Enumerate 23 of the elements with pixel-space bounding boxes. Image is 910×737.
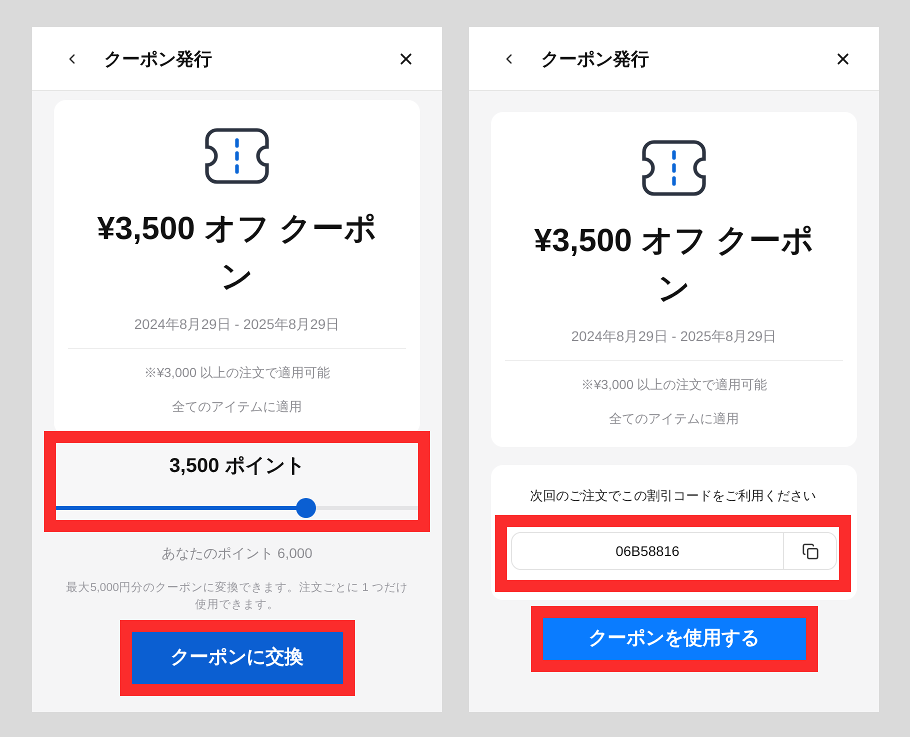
header-title: クーポン発行 xyxy=(104,48,212,70)
coupon-title: ¥3,500 オフ クーポン xyxy=(533,221,815,308)
ticket-icon xyxy=(205,128,269,184)
points-amount: 3,500 ポイント xyxy=(169,454,305,479)
action-button[interactable]: クーポンを使用する xyxy=(542,618,806,660)
code-field[interactable]: 06B58816 xyxy=(511,532,837,570)
validity-period: 2024年8月29日 - 2025年8月29日 xyxy=(571,327,777,346)
conversion-note: 最大5,000円分のクーポンに変換できます。注文ごとに 1 つだけ使用できます。 xyxy=(65,580,409,613)
ticket-icon xyxy=(642,140,706,196)
points-balance: あなたのポイント 6,000 xyxy=(160,544,314,563)
slider-track[interactable] xyxy=(56,498,418,518)
header-title: クーポン発行 xyxy=(541,48,649,70)
copy-icon xyxy=(802,542,818,560)
coupon-condition: ※¥3,000 以上の注文で適用可能 xyxy=(144,364,330,382)
coupon-title: ¥3,500 オフ クーポン xyxy=(96,209,378,296)
coupon-condition: 全てのアイテムに適用 xyxy=(172,398,302,416)
slider-thumb[interactable] xyxy=(296,498,316,518)
action-button[interactable]: クーポンに交換 xyxy=(132,632,342,684)
validity-period: 2024年8月29日 - 2025年8月29日 xyxy=(134,315,340,334)
coupon-condition: ※¥3,000 以上の注文で適用可能 xyxy=(580,376,768,394)
code-instruction: 次回のご注文でこの割引コードをご利用ください xyxy=(529,487,817,505)
coupon-condition: 全てのアイテムに適用 xyxy=(609,410,739,428)
code-value: 06B58816 xyxy=(614,542,680,560)
